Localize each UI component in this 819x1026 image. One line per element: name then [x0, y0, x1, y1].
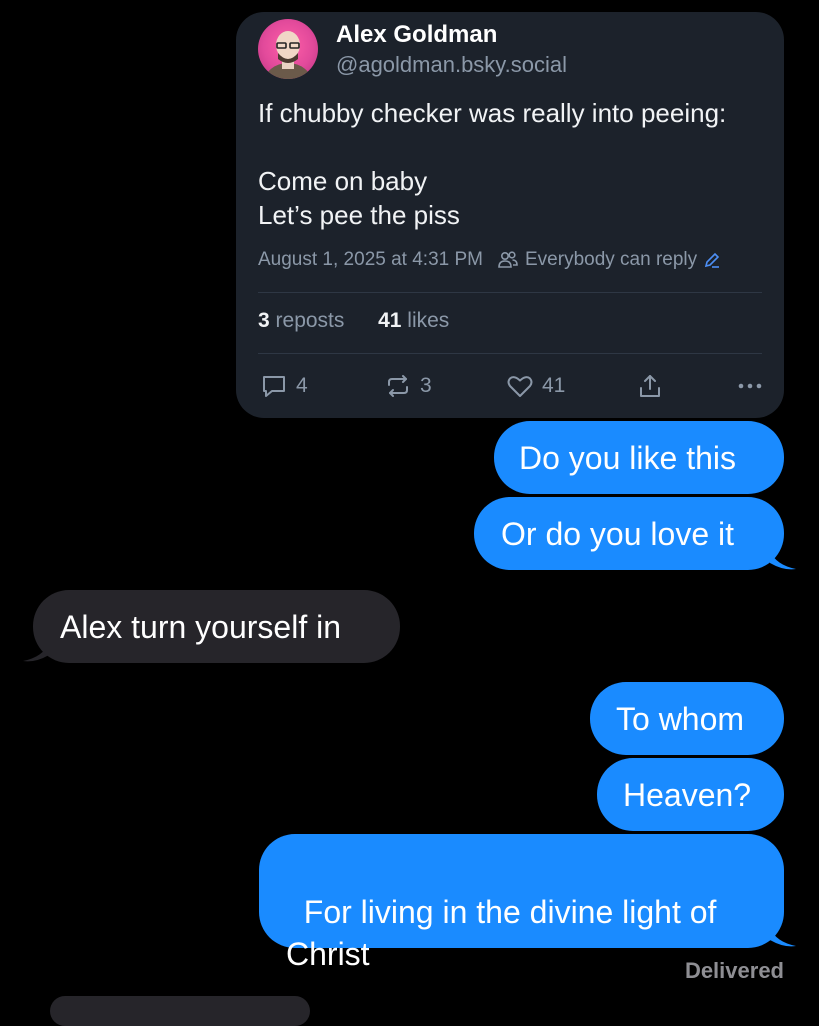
message-bubble-received-partial[interactable]	[50, 996, 310, 1026]
pencil-icon[interactable]	[703, 251, 721, 269]
message-bubble-sent[interactable]: For living in the divine light of Christ	[259, 834, 784, 972]
heart-icon	[507, 376, 533, 397]
post-meta: August 1, 2025 at 4:31 PM Everybody can …	[258, 249, 721, 271]
ellipsis-icon	[738, 383, 762, 389]
author-name[interactable]: Alex Goldman	[336, 21, 497, 49]
message-bubble-sent[interactable]: Or do you love it	[474, 497, 784, 570]
post-text: If chubby checker was really into peeing…	[258, 98, 727, 230]
reposts-label[interactable]: reposts	[276, 309, 345, 332]
likes-label[interactable]: likes	[407, 309, 449, 332]
divider	[258, 353, 762, 354]
message-bubble-received[interactable]: Alex turn yourself in	[33, 590, 400, 663]
comment-icon	[263, 376, 285, 397]
like-count: 41	[542, 374, 566, 397]
message-bubble-sent[interactable]: Do you like this	[494, 421, 784, 494]
message-bubble-sent[interactable]: Heaven?	[597, 758, 784, 831]
reply-count: 4	[296, 374, 308, 397]
message-bubble-sent[interactable]: To whom	[590, 682, 784, 755]
message-text: Heaven?	[623, 777, 752, 813]
message-text: Alex turn yourself in	[60, 609, 342, 645]
author-avatar[interactable]	[258, 19, 318, 79]
likes-count[interactable]: 41	[378, 309, 401, 332]
delivery-status: Delivered	[684, 958, 784, 983]
like-button[interactable]: 41	[506, 372, 565, 400]
share-button[interactable]	[636, 372, 664, 400]
post-timestamp: August 1, 2025 at 4:31 PM	[258, 249, 483, 270]
message-text: To whom	[616, 701, 745, 737]
post-stats: 3 reposts 41 likes	[258, 309, 449, 333]
divider	[258, 292, 762, 293]
embedded-post-card[interactable]: Alex Goldman @agoldman.bsky.social If ch…	[236, 12, 784, 418]
reply-setting[interactable]: Everybody can reply	[525, 249, 697, 271]
people-icon	[497, 249, 519, 271]
more-options-button[interactable]	[736, 372, 764, 400]
repost-button[interactable]: 3	[384, 372, 432, 400]
message-text: For living in the divine light of Christ	[286, 894, 717, 972]
author-handle[interactable]: @agoldman.bsky.social	[336, 52, 567, 78]
reposts-count[interactable]: 3	[258, 309, 270, 332]
reply-button[interactable]: 4	[260, 372, 308, 400]
message-text: Do you like this	[519, 440, 736, 476]
share-icon	[640, 375, 660, 397]
repost-icon	[388, 375, 408, 397]
message-text: Or do you love it	[501, 516, 734, 552]
bubble-tail	[770, 551, 796, 570]
repost-count: 3	[420, 374, 432, 397]
